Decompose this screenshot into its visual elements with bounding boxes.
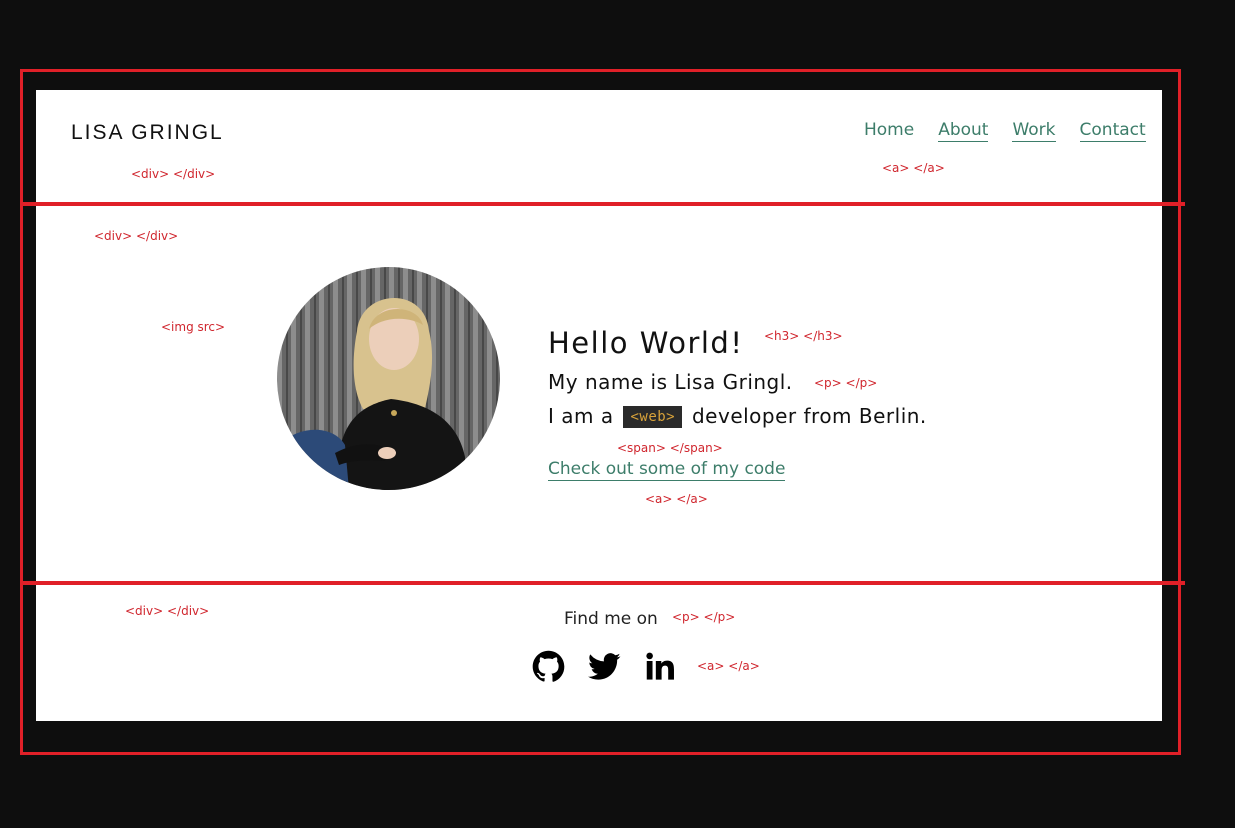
annotation-img: <img src> — [161, 320, 226, 334]
nav-work[interactable]: Work — [1012, 120, 1056, 142]
twitter-link[interactable] — [588, 650, 621, 683]
linkedin-link[interactable] — [644, 650, 677, 683]
nav-about[interactable]: About — [938, 120, 989, 142]
section-divider-top — [20, 202, 1185, 206]
hero-role: I am a <web> developer from Berlin. — [548, 404, 927, 428]
annotation-link-a: <a> </a> — [645, 492, 708, 506]
profile-photo-illustration — [277, 267, 500, 490]
annotation-p: <p> </p> — [814, 376, 878, 390]
annotation-header-div: <div> </div> — [131, 167, 216, 181]
annotation-footer-div: <div> </div> — [125, 604, 210, 618]
section-divider-bottom — [20, 581, 1185, 585]
social-links — [532, 650, 677, 683]
web-tag: <web> — [623, 406, 683, 428]
twitter-icon — [588, 653, 621, 680]
linkedin-icon — [646, 652, 674, 680]
annotation-nav-a: <a> </a> — [882, 161, 945, 175]
annotation-span: <span> </span> — [617, 441, 723, 455]
annotation-footer-a: <a> </a> — [697, 659, 760, 673]
main-nav: Home About Work Contact — [864, 120, 1146, 142]
profile-photo — [277, 267, 500, 490]
nav-home[interactable]: Home — [864, 120, 914, 142]
github-link[interactable] — [532, 650, 565, 683]
hero-role-prefix: I am a — [548, 404, 614, 428]
annotation-h3: <h3> </h3> — [764, 329, 843, 343]
github-icon — [532, 650, 565, 682]
annotation-footer-p: <p> </p> — [672, 610, 736, 624]
hero-title: Hello World! — [548, 326, 744, 360]
annotation-hero-div: <div> </div> — [94, 229, 179, 243]
brand-logo[interactable]: LISA GRINGL — [71, 121, 224, 145]
hero-intro: My name is Lisa Gringl. — [548, 370, 793, 394]
nav-contact[interactable]: Contact — [1079, 120, 1146, 142]
find-me-text: Find me on — [564, 609, 658, 629]
hero-role-suffix: developer from Berlin. — [691, 404, 927, 428]
code-link[interactable]: Check out some of my code — [548, 459, 786, 481]
